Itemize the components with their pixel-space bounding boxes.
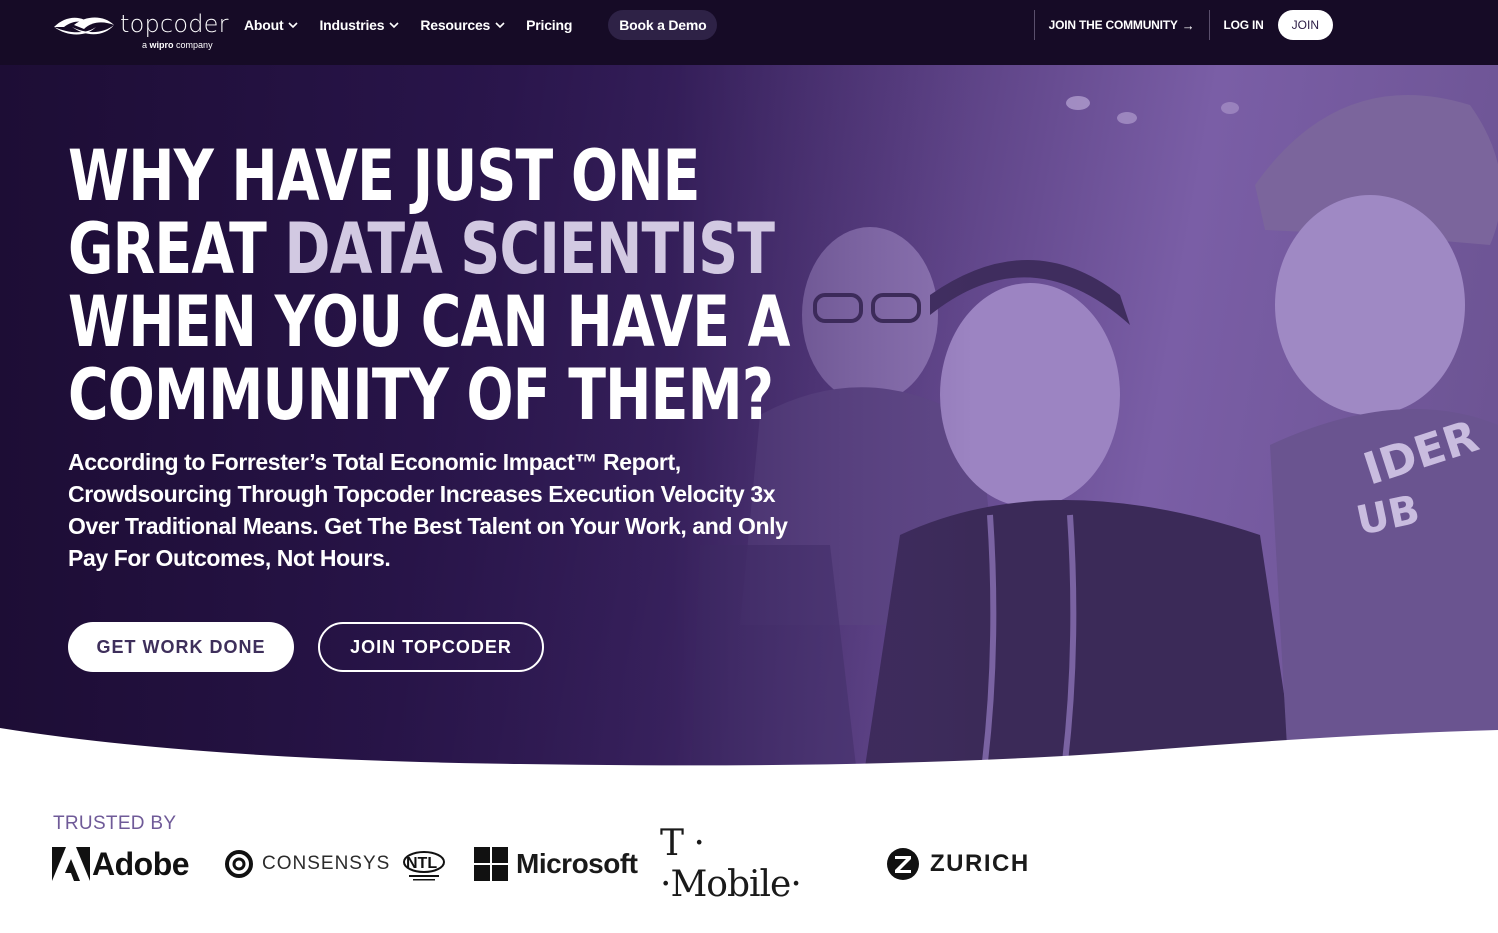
svg-text:NTL: NTL [406, 855, 437, 872]
menu-pricing[interactable]: Pricing [526, 17, 572, 33]
account-nav: JOIN THE COMMUNITY → LOG IN JOIN [1033, 10, 1333, 40]
hero-wave-divider [0, 728, 1498, 800]
headline-line-1: WHY HAVE JUST ONE [68, 135, 700, 217]
menu-resources-label: Resources [420, 17, 491, 33]
get-work-done-button[interactable]: GET WORK DONE [68, 622, 294, 672]
microsoft-icon [474, 847, 508, 881]
hero-subtext: According to Forrester’s Total Economic … [68, 449, 788, 571]
join-community-link[interactable]: JOIN THE COMMUNITY → [1035, 18, 1209, 33]
hero-headline: WHY HAVE JUST ONE GREAT DATA SCIENTIST W… [68, 140, 828, 432]
menu-industries[interactable]: Industries [319, 17, 400, 33]
topcoder-logo-icon [54, 17, 114, 35]
consensys-logo: CONSENSYS [224, 844, 390, 884]
top-navigation: topcoder a wipro company About Industrie… [0, 0, 1498, 65]
chevron-down-icon [495, 22, 505, 29]
hero-section: IDER UB WHY HAVE JUST ONE GREAT DATA SCI… [0, 65, 1498, 800]
menu-pricing-label: Pricing [526, 17, 573, 33]
book-demo-button[interactable]: Book a Demo [608, 10, 718, 40]
menu-about-label: About [244, 17, 284, 33]
join-topcoder-button[interactable]: JOIN TOPCODER [318, 622, 544, 672]
chevron-down-icon [288, 22, 299, 29]
menu-about[interactable]: About [244, 17, 299, 33]
logo-tagline: a wipro company [142, 40, 213, 50]
menu-resources[interactable]: Resources [420, 17, 506, 33]
headline-accent: DATA SCIENTIST [284, 208, 775, 290]
zurich-logo: ZURICH [886, 844, 1030, 884]
zurich-wordmark: ZURICH [930, 850, 1030, 877]
zurich-icon [887, 848, 919, 880]
login-link[interactable]: LOG IN [1210, 18, 1278, 32]
microsoft-logo: Microsoft [474, 844, 638, 884]
consensys-icon [225, 850, 253, 878]
join-community-label: JOIN THE COMMUNITY [1048, 18, 1178, 32]
logo-wordmark: topcoder [120, 10, 229, 38]
headline-line-2: GREAT DATA SCIENTIST [68, 208, 775, 290]
headline-line-4: COMMUNITY OF THEM? [68, 354, 774, 436]
ntl-icon: NTL [403, 851, 445, 881]
headline-line-3: WHEN YOU CAN HAVE A [68, 281, 790, 363]
main-menu: About Industries Resources Pricing Book … [244, 0, 718, 50]
menu-industries-label: Industries [319, 17, 385, 33]
adobe-logo: Adobe [52, 844, 190, 884]
trusted-by-label: TRUSTED BY [53, 813, 177, 834]
tmobile-wordmark: T · ·Mobile· [660, 823, 802, 905]
adobe-icon [52, 847, 90, 881]
arrow-right-icon: → [1181, 17, 1195, 33]
ntl-logo: NTL [401, 844, 447, 884]
microsoft-wordmark: Microsoft [516, 848, 638, 879]
chevron-down-icon [389, 22, 399, 29]
topcoder-logo[interactable]: topcoder a wipro company [52, 10, 228, 54]
consensys-wordmark: CONSENSYS [262, 853, 391, 874]
adobe-wordmark: Adobe [92, 845, 190, 882]
join-button[interactable]: JOIN [1277, 10, 1333, 40]
tmobile-logo: T · ·Mobile· [660, 823, 802, 905]
